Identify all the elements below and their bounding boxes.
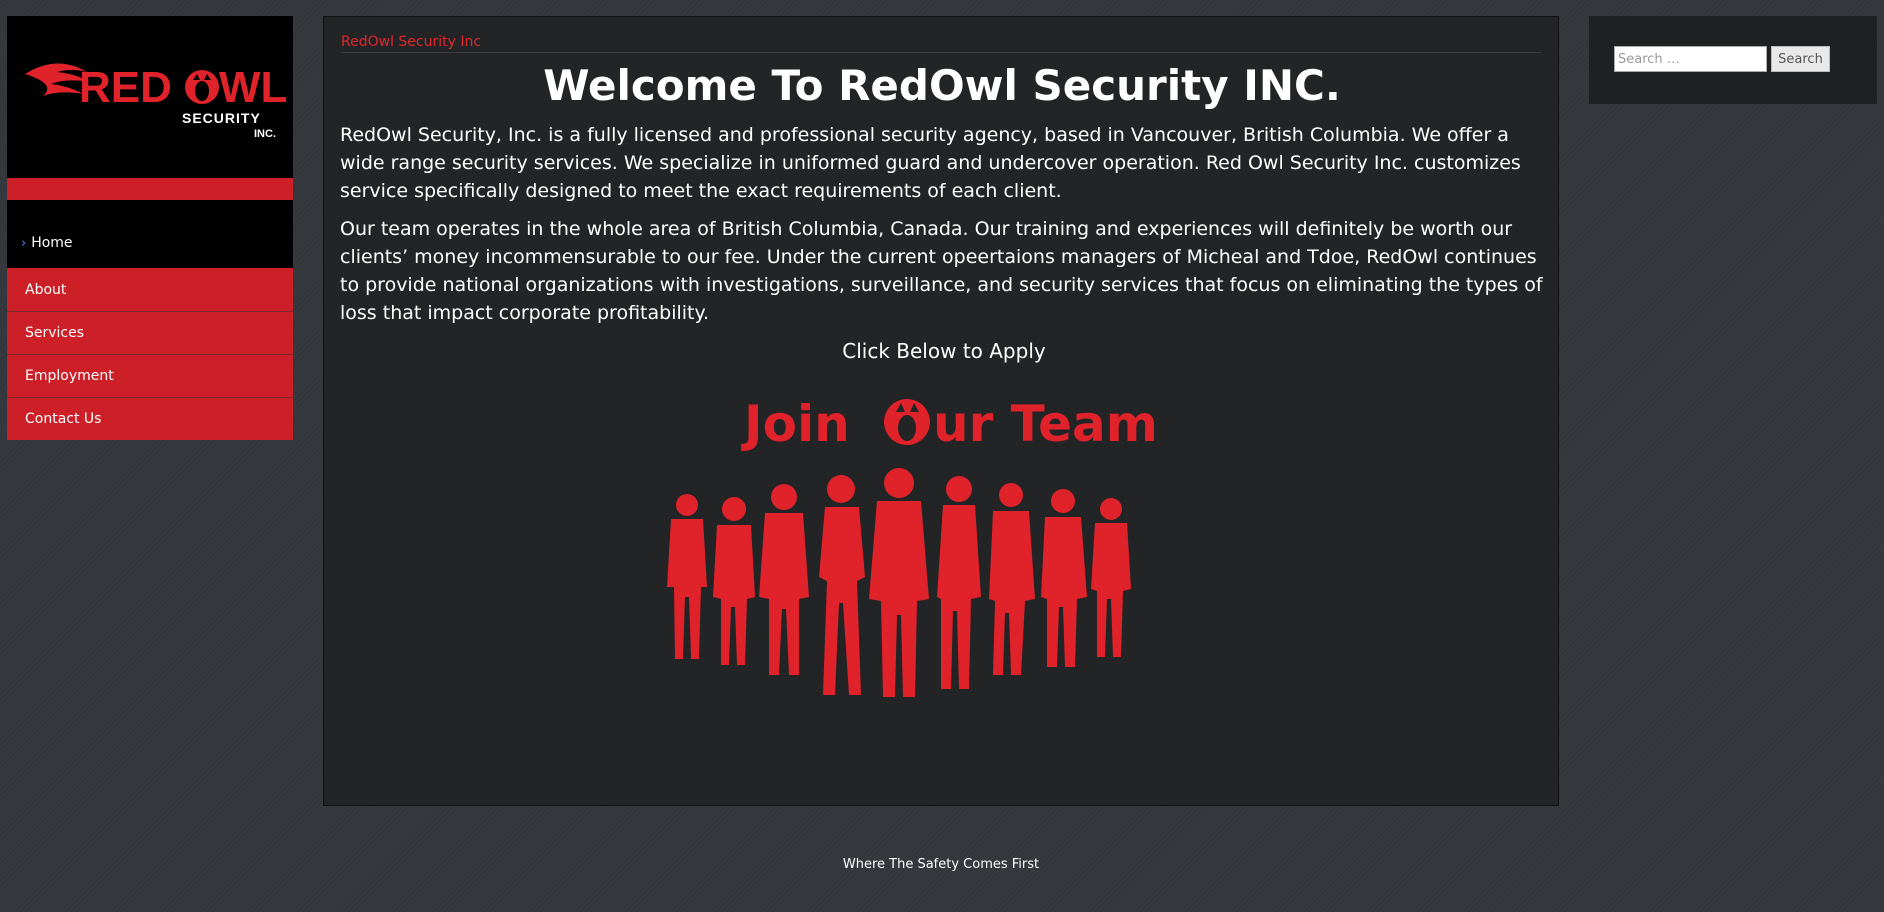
main-content: RedOwl Security Inc Welcome To RedOwl Se…	[323, 16, 1559, 806]
page-title: Welcome To RedOwl Security INC.	[543, 61, 1341, 110]
owl-icon	[884, 399, 930, 445]
logo-red-strip	[7, 178, 293, 200]
nav-item-contact-us[interactable]: Contact Us	[7, 397, 293, 440]
nav-item-employment[interactable]: Employment	[7, 354, 293, 397]
divider	[341, 52, 1541, 53]
nav-item-home[interactable]: › Home	[21, 235, 73, 251]
footer-tagline: Where The Safety Comes First	[842, 857, 1040, 872]
join-team-image: Join ur Team	[667, 395, 1158, 697]
search-button[interactable]: Search	[1771, 46, 1830, 72]
search-widget: Search	[1589, 16, 1877, 104]
svg-text:WL: WL	[219, 63, 287, 112]
nav-item-about[interactable]: About	[7, 268, 293, 311]
sidebar: RED WL SECURITY INC. › Home About Servic…	[7, 16, 293, 440]
join-our-team-banner[interactable]: Join ur Team	[649, 377, 1269, 777]
svg-text:INC.: INC.	[254, 128, 276, 140]
nav-list: About Services Employment Contact Us	[7, 268, 293, 440]
banner-join-text: Join	[741, 395, 850, 453]
svg-text:SECURITY: SECURITY	[182, 110, 261, 126]
chevron-right-icon: ›	[21, 235, 27, 251]
site-logo[interactable]: RED WL SECURITY INC.	[7, 16, 293, 178]
nav-home-row: › Home	[7, 200, 293, 268]
nav-item-home-label: Home	[31, 235, 73, 251]
owl-icon	[185, 70, 219, 104]
intro-paragraph: RedOwl Security, Inc. is a fully license…	[340, 124, 1521, 202]
apply-prompt: Click Below to Apply	[842, 339, 1046, 363]
svg-text:RED: RED	[79, 63, 172, 112]
team-paragraph: Our team operates in the whole area of B…	[340, 218, 1543, 324]
banner-team-text: ur Team	[933, 395, 1158, 453]
search-input[interactable]	[1614, 46, 1767, 72]
people-silhouettes	[667, 468, 1131, 697]
nav-item-services[interactable]: Services	[7, 311, 293, 354]
site-name-link[interactable]: RedOwl Security Inc	[341, 34, 481, 50]
redowl-logo-icon: RED WL SECURITY INC.	[25, 63, 287, 140]
